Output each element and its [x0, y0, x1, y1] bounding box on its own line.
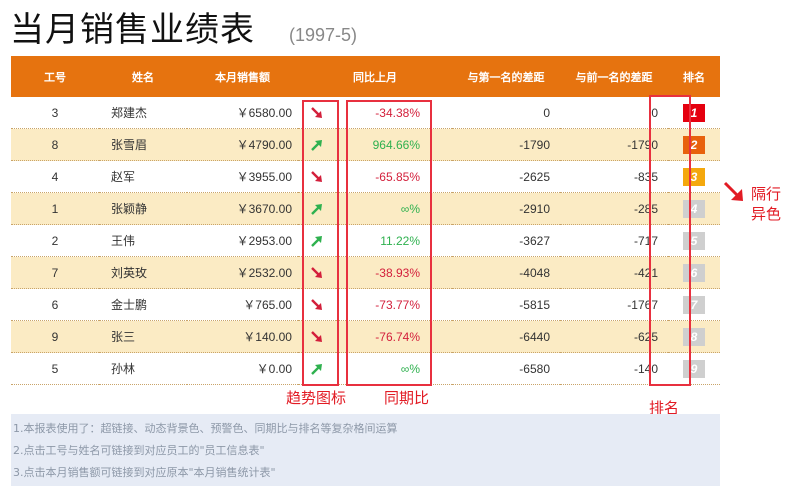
- employee-id-link[interactable]: 7: [52, 266, 59, 280]
- title-row: 当月销售业绩表 (1997-5): [10, 6, 357, 50]
- col-header-rank: 排名: [668, 56, 720, 97]
- cell-gap-first: 0: [452, 97, 560, 129]
- employee-id-link[interactable]: 2: [52, 234, 59, 248]
- cell-name[interactable]: 金士鹏: [99, 288, 187, 321]
- cell-sales[interactable]: ￥140.00: [187, 320, 298, 353]
- annotation-yoy: 同期比: [384, 389, 430, 407]
- cell-gap-first: -6440: [452, 320, 560, 353]
- cell-sales[interactable]: ￥4790.00: [187, 128, 298, 161]
- cell-sales[interactable]: ￥0.00: [187, 352, 298, 385]
- cell-id[interactable]: 7: [11, 256, 99, 289]
- cell-name[interactable]: 赵军: [99, 160, 187, 193]
- cell-id[interactable]: 3: [11, 97, 99, 129]
- cell-name[interactable]: 孙林: [99, 352, 187, 385]
- employee-name-link[interactable]: 孙林: [111, 362, 135, 376]
- cell-gap-first: -3627: [452, 224, 560, 257]
- employee-name-link[interactable]: 赵军: [111, 170, 135, 184]
- employee-name-link[interactable]: 王伟: [111, 234, 135, 248]
- employee-id-link[interactable]: 9: [52, 330, 59, 344]
- sales-amount-link[interactable]: ￥2532.00: [237, 266, 292, 280]
- employee-id-link[interactable]: 4: [52, 170, 59, 184]
- employee-name-link[interactable]: 张雪眉: [111, 138, 147, 152]
- note-1: 1.本报表使用了：超链接、动态背景色、预警色、同期比与排名等复杂格间运算: [13, 422, 398, 435]
- annotation-alt-rows-line2: 异色: [751, 205, 782, 223]
- cell-sales[interactable]: ￥3670.00: [187, 192, 298, 225]
- col-header-gap-first: 与第一名的差距: [452, 56, 560, 97]
- cell-sales[interactable]: ￥6580.00: [187, 97, 298, 129]
- note-3: 3.点击本月销售额可链接到对应原本"本月销售统计表": [13, 466, 276, 479]
- cell-name[interactable]: 张三: [99, 320, 187, 353]
- sales-amount-link[interactable]: ￥6580.00: [237, 106, 292, 120]
- cell-gap-first: -6580: [452, 352, 560, 385]
- yoy-highlight-box: [346, 100, 432, 386]
- table-header-row: 工号 姓名 本月销售额 同比上月 与第一名的差距 与前一名的差距 排名: [11, 56, 720, 97]
- cell-sales[interactable]: ￥2953.00: [187, 224, 298, 257]
- sales-amount-link[interactable]: ￥0.00: [257, 362, 292, 376]
- cell-name[interactable]: 王伟: [99, 224, 187, 257]
- sales-amount-link[interactable]: ￥3670.00: [237, 202, 292, 216]
- cell-id[interactable]: 5: [11, 352, 99, 385]
- sales-amount-link[interactable]: ￥3955.00: [237, 170, 292, 184]
- employee-id-link[interactable]: 1: [52, 202, 59, 216]
- cell-id[interactable]: 8: [11, 128, 99, 161]
- col-header-sales: 本月销售额: [187, 56, 298, 97]
- col-header-name: 姓名: [99, 56, 187, 97]
- employee-name-link[interactable]: 刘英玫: [111, 266, 147, 280]
- cell-sales[interactable]: ￥3955.00: [187, 160, 298, 193]
- cell-gap-first: -5815: [452, 288, 560, 321]
- employee-id-link[interactable]: 6: [52, 298, 59, 312]
- employee-id-link[interactable]: 5: [52, 362, 59, 376]
- annotation-alt-rows-line1: 隔行: [751, 185, 782, 203]
- cell-name[interactable]: 张颖静: [99, 192, 187, 225]
- employee-name-link[interactable]: 张颖静: [111, 202, 147, 216]
- trend-icon-highlight-box: [302, 100, 339, 386]
- col-header-yoy: 同比上月: [298, 56, 452, 97]
- cell-name[interactable]: 刘英玫: [99, 256, 187, 289]
- report-period: (1997-5): [289, 25, 358, 45]
- employee-name-link[interactable]: 金士鹏: [111, 298, 147, 312]
- cell-gap-first: -2910: [452, 192, 560, 225]
- cell-sales[interactable]: ￥765.00: [187, 288, 298, 321]
- employee-name-link[interactable]: 郑建杰: [111, 106, 147, 120]
- cell-name[interactable]: 张雪眉: [99, 128, 187, 161]
- cell-id[interactable]: 2: [11, 224, 99, 257]
- page-title: 当月销售业绩表: [10, 10, 255, 50]
- cell-gap-first: -1790: [452, 128, 560, 161]
- col-header-gap-prev: 与前一名的差距: [560, 56, 668, 97]
- cell-gap-first: -4048: [452, 256, 560, 289]
- cell-id[interactable]: 4: [11, 160, 99, 193]
- cell-id[interactable]: 9: [11, 320, 99, 353]
- sales-amount-link[interactable]: ￥765.00: [243, 298, 292, 312]
- note-2: 2.点击工号与姓名可链接到对应员工的"员工信息表": [13, 444, 265, 457]
- employee-name-link[interactable]: 张三: [111, 330, 135, 344]
- sales-amount-link[interactable]: ￥4790.00: [237, 138, 292, 152]
- cell-id[interactable]: 6: [11, 288, 99, 321]
- rank-highlight-box: [649, 95, 691, 386]
- employee-id-link[interactable]: 3: [52, 106, 59, 120]
- col-header-id: 工号: [11, 56, 99, 97]
- sales-amount-link[interactable]: ￥2953.00: [237, 234, 292, 248]
- annotation-trend-icon: 趋势图标: [286, 389, 347, 407]
- notes-panel: 1.本报表使用了：超链接、动态背景色、预警色、同期比与排名等复杂格间运算 2.点…: [11, 414, 720, 486]
- cell-sales[interactable]: ￥2532.00: [187, 256, 298, 289]
- employee-id-link[interactable]: 8: [52, 138, 59, 152]
- sales-amount-link[interactable]: ￥140.00: [243, 330, 292, 344]
- cell-gap-first: -2625: [452, 160, 560, 193]
- cell-name[interactable]: 郑建杰: [99, 97, 187, 129]
- red-arrow-icon: [723, 181, 743, 201]
- cell-id[interactable]: 1: [11, 192, 99, 225]
